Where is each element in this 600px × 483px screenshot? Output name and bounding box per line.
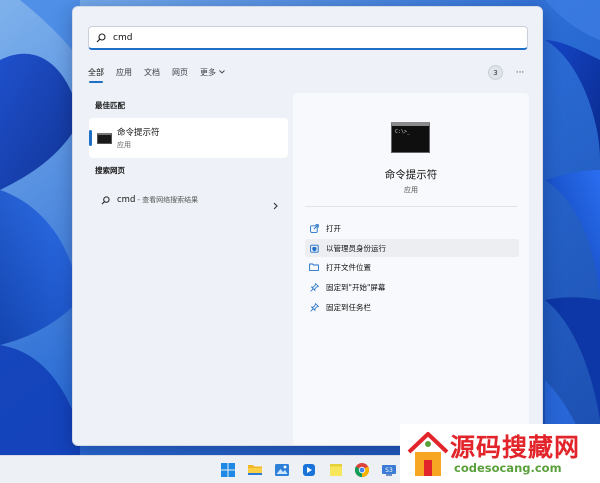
action-pin-to-start-label: 固定到"开始"屏幕	[326, 282, 386, 292]
web-search-result[interactable]: cmd - 查看网络搜索结果	[89, 187, 288, 213]
web-search-hint: - 查看网络搜索结果	[137, 196, 199, 204]
preview-app-type: 应用	[404, 186, 418, 194]
preview-pane: C:\>_ 命令提示符 应用 打开 以管理员身份运行 打开文件位置 固定到"开始…	[293, 93, 529, 445]
console-prompt-text: C:\>_	[395, 129, 411, 135]
action-pin-to-taskbar-label: 固定到任务栏	[326, 302, 371, 312]
action-pin-to-taskbar[interactable]: 固定到任务栏	[305, 298, 519, 316]
action-open[interactable]: 打开	[305, 219, 519, 237]
best-match-result[interactable]: 命令提示符 应用	[89, 118, 288, 158]
chevron-right-icon[interactable]	[273, 195, 278, 214]
chrome-icon[interactable]	[354, 462, 370, 478]
file-explorer-icon[interactable]	[247, 462, 263, 478]
windows-start-icon[interactable]	[220, 462, 236, 478]
command-prompt-icon	[97, 132, 112, 144]
watermark: 源码搜藏网 codesocang.com	[400, 424, 600, 483]
command-prompt-large-icon: C:\>_	[391, 122, 430, 153]
watermark-title: 源码搜藏网	[450, 433, 581, 462]
search-input[interactable]	[113, 28, 513, 47]
tab-more[interactable]: 更多	[200, 67, 225, 82]
search-box[interactable]	[88, 26, 528, 50]
action-open-file-location[interactable]: 打开文件位置	[305, 258, 519, 276]
tab-web[interactable]: 网页	[172, 67, 188, 82]
photos-icon[interactable]	[274, 462, 290, 478]
selection-indicator	[89, 130, 92, 146]
search-icon	[95, 195, 115, 205]
result-count-badge[interactable]: 3	[488, 65, 503, 80]
open-external-icon	[305, 223, 323, 233]
shield-admin-icon	[305, 244, 323, 253]
watermark-house-logo	[407, 432, 449, 476]
network-icon[interactable]: S3	[381, 462, 397, 478]
search-panel: 全部 应用 文档 网页 更多 3 ··· 最佳匹配 命令提示符 应用 搜索网页 …	[72, 6, 543, 446]
tab-apps[interactable]: 应用	[116, 67, 132, 82]
action-pin-to-start[interactable]: 固定到"开始"屏幕	[305, 278, 519, 296]
more-options-button[interactable]: ···	[512, 65, 528, 80]
action-run-as-admin-label: 以管理员身份运行	[326, 243, 386, 253]
watermark-domain: codesocang.com	[454, 461, 562, 475]
search-icon	[89, 32, 113, 43]
best-match-title: 命令提示符	[117, 128, 160, 138]
web-search-query: cmd	[117, 195, 136, 205]
folder-icon	[305, 263, 323, 271]
tab-more-label: 更多	[200, 67, 216, 77]
svg-text:S3: S3	[385, 467, 393, 474]
chevron-down-icon	[219, 70, 225, 74]
tab-documents[interactable]: 文档	[144, 67, 160, 82]
action-open-label: 打开	[326, 223, 341, 233]
filter-bar: 全部 应用 文档 网页 更多 3 ···	[88, 65, 528, 83]
sticky-notes-icon[interactable]	[328, 462, 344, 478]
pin-icon	[305, 302, 323, 312]
best-match-heading: 最佳匹配	[95, 101, 125, 110]
tab-all[interactable]: 全部	[88, 67, 104, 83]
media-player-icon[interactable]	[301, 462, 317, 478]
action-open-file-location-label: 打开文件位置	[326, 262, 371, 272]
web-search-heading: 搜索网页	[95, 166, 125, 175]
action-run-as-admin[interactable]: 以管理员身份运行	[305, 239, 519, 257]
divider	[305, 206, 517, 207]
best-match-subtitle: 应用	[117, 141, 131, 149]
preview-app-name: 命令提示符	[384, 169, 438, 181]
pin-icon	[305, 282, 323, 292]
